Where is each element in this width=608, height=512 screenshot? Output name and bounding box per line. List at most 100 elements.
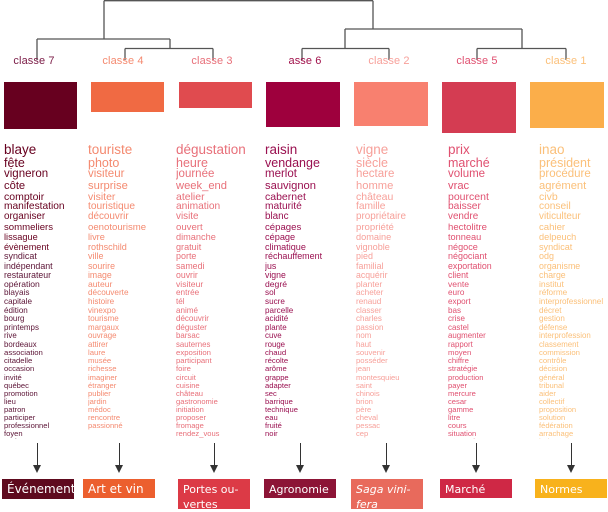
- word-item: inao: [539, 143, 565, 157]
- word-item: lissague: [4, 231, 38, 242]
- class-swatch-5: [442, 82, 516, 133]
- arrow-down-icon: [210, 443, 218, 473]
- word-item: merlot: [265, 168, 297, 180]
- word-item: compadre: [448, 438, 528, 439]
- class-label-1: classe 1: [545, 55, 587, 67]
- word-list-classe-2: vigne siècle hectare homme château famille pro…: [356, 143, 436, 439]
- class-label-7: classe 7: [13, 55, 55, 67]
- word-item: journée: [176, 168, 215, 180]
- word-item: entrée: [176, 288, 200, 298]
- word-item: odg: [539, 251, 554, 262]
- word-item: rendez_vous: [176, 429, 220, 439]
- word-item: vigne: [356, 143, 389, 157]
- word-item: sommeliers: [4, 221, 54, 233]
- word-list-classe-7: blaye fête vigneron côte comptoir manifestati…: [4, 143, 86, 439]
- word-item: réchauffement: [265, 251, 323, 262]
- word-item: barsac: [176, 331, 200, 341]
- theme-box-agronomie: Agronomie: [264, 479, 336, 498]
- word-item: découvrir: [88, 211, 129, 223]
- theme-label: Normes: [540, 483, 583, 496]
- word-item: rive: [4, 331, 17, 341]
- class-swatch-7: [4, 82, 77, 129]
- word-item: tél: [176, 297, 185, 306]
- class-label-2: classe 2: [368, 55, 410, 67]
- word-item: passionné: [88, 421, 123, 431]
- word-item: procédure: [539, 168, 591, 180]
- word-item: export: [448, 297, 471, 306]
- word-item: renaud: [356, 297, 382, 306]
- word-item: cahier: [539, 221, 566, 233]
- word-item: cuve: [265, 331, 282, 341]
- word-item: ouvrage: [88, 331, 117, 341]
- word-item: visite: [176, 211, 199, 223]
- theme-box-normes: Normes: [535, 479, 607, 498]
- arrow-down-icon: [567, 443, 575, 473]
- word-item: hubert: [539, 438, 608, 439]
- class-swatch-3: [179, 82, 252, 108]
- word-item: adapter: [265, 380, 291, 390]
- theme-label: Portes ou-vertes: [183, 483, 239, 511]
- theme-label: Agronomie: [269, 483, 329, 496]
- word-item: noir: [265, 429, 278, 439]
- word-list-classe-5: prix marché volume vrac pourcent baisser vendr…: [448, 143, 528, 439]
- word-item: vigneron: [4, 168, 49, 180]
- word-item: delpeuch: [539, 231, 577, 242]
- word-item: gamme: [448, 404, 474, 414]
- word-item: oenotourisme: [88, 221, 147, 233]
- word-item: pied: [356, 251, 373, 262]
- word-item: degré: [265, 279, 287, 290]
- word-item: capitale: [4, 297, 33, 306]
- word-item: cépages: [265, 221, 302, 233]
- word-item: histoire: [88, 297, 115, 306]
- word-item: syndicat: [4, 251, 37, 262]
- word-item: tonneau: [448, 231, 482, 242]
- word-item: occasion: [4, 364, 35, 374]
- word-item: stratégie: [448, 364, 478, 374]
- word-item: cépage: [265, 231, 296, 242]
- word-item: sucre: [265, 297, 285, 306]
- word-item: propriété: [356, 221, 394, 233]
- word-item: dimanche: [176, 231, 216, 242]
- theme-box-evenements: Événements: [2, 479, 82, 499]
- class-label-6: asse 6: [288, 55, 322, 67]
- word-item: décision: [539, 364, 568, 374]
- word-item: blaye: [4, 143, 37, 157]
- word-item: promotion: [4, 388, 38, 398]
- word-item: visiteur: [88, 168, 125, 180]
- theme-box-art-et-vin: Art et vin: [83, 479, 155, 498]
- arrow-down-icon: [115, 443, 123, 473]
- word-item: domaine: [356, 231, 392, 242]
- word-item: pari: [4, 438, 86, 439]
- word-item: nom: [356, 331, 372, 341]
- word-list-classe-6: raisin vendange merlot sauvignon cabernet mat…: [265, 143, 347, 439]
- word-item: volume: [448, 168, 486, 180]
- theme-box-portes-ouvertes: Portes ou-vertes: [178, 479, 250, 511]
- word-item: ouvert: [176, 221, 203, 233]
- word-item: dégustation: [176, 143, 246, 157]
- word-item: hectare: [356, 168, 395, 180]
- theme-label: Événements: [7, 482, 82, 496]
- word-item: blanc: [265, 211, 289, 223]
- dendrogram: [36, 0, 567, 60]
- class-swatch-6: [266, 82, 340, 127]
- word-item: ville: [88, 251, 104, 262]
- word-item: propriétaire: [356, 211, 406, 223]
- arrow-down-icon: [33, 443, 41, 473]
- class-label-3: classe 3: [191, 55, 233, 67]
- word-item: hectolitre: [448, 221, 487, 233]
- arrow-down-icon: [472, 443, 480, 473]
- word-item: touriste: [88, 143, 133, 157]
- class-swatch-1: [530, 82, 604, 128]
- word-item: jean: [356, 364, 371, 374]
- word-item: foire: [176, 364, 191, 374]
- word-item: livre: [88, 231, 105, 242]
- word-item: viticulteur: [539, 211, 581, 223]
- word-item: négociant: [448, 251, 487, 262]
- theme-label: Saga vini-fera: [356, 483, 411, 511]
- word-list-classe-1: inao président procédure agrément civb consei…: [539, 143, 608, 439]
- arrow-down-icon: [296, 443, 304, 473]
- word-item: porte: [176, 251, 197, 262]
- class-swatch-2: [354, 82, 428, 126]
- word-item: arôme: [265, 364, 287, 374]
- word-item: cep: [356, 429, 369, 439]
